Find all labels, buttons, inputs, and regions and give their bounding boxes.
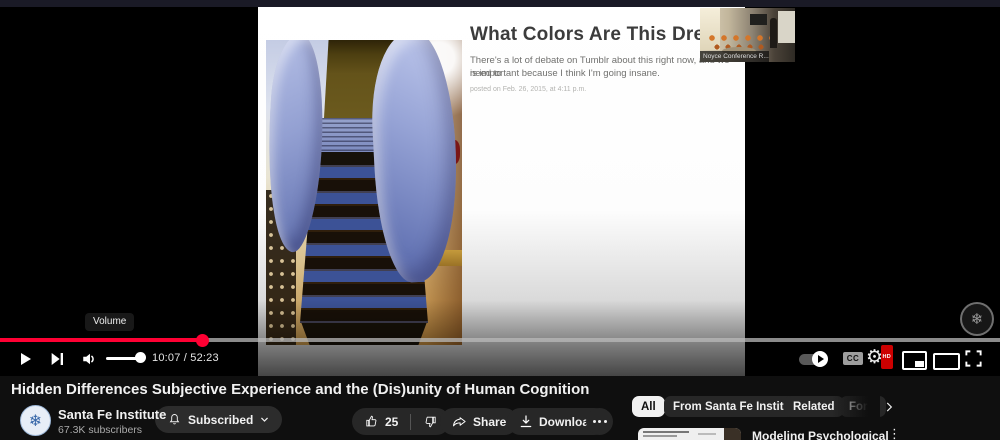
progress-scrubber[interactable] <box>196 334 209 347</box>
slide-body-line2: is important because I think I'm going i… <box>470 68 660 79</box>
more-actions-button[interactable] <box>586 408 613 435</box>
more-dot <box>603 420 607 423</box>
play-icon <box>21 353 31 365</box>
webcam-overlay: Noyce Conference R... <box>700 8 795 62</box>
webcam-room-label: Noyce Conference R... <box>700 51 769 62</box>
share-icon <box>453 417 466 427</box>
subscribed-button[interactable]: Subscribed <box>155 406 283 433</box>
progress-played <box>0 338 202 342</box>
share-label: Share <box>473 414 507 429</box>
thumb-text-line <box>643 431 689 433</box>
related-video-thumbnail[interactable] <box>638 428 741 440</box>
more-dot <box>598 420 601 423</box>
volume-tooltip: Volume <box>85 313 135 331</box>
related-video-title[interactable]: Modeling Psychological <box>752 429 889 440</box>
thumb-text-line <box>698 433 716 435</box>
thumb-text-line <box>643 435 677 437</box>
subscriber-count: 67.3K subscribers <box>58 424 143 436</box>
video-player[interactable]: What Colors Are This Dress? There's a lo… <box>0 0 1000 376</box>
miniplayer-icon <box>915 361 924 367</box>
chevron-right-icon <box>886 402 893 412</box>
fullscreen-icon <box>965 350 982 367</box>
chips-fade-overlay <box>832 392 880 422</box>
progress-bar[interactable] <box>0 334 1000 347</box>
sfi-logo-icon: ❄ <box>28 412 43 430</box>
chip-all[interactable]: All <box>632 396 665 417</box>
channel-avatar[interactable]: ❄ <box>20 405 51 436</box>
related-video-menu-button[interactable]: ⋮ <box>888 426 901 440</box>
like-button[interactable]: 25 <box>352 408 410 435</box>
time-display: 10:07 / 52:23 <box>152 352 219 364</box>
miniplayer-button[interactable] <box>902 351 927 370</box>
speaker-silhouette <box>770 18 777 48</box>
hd-badge: HD <box>880 345 894 369</box>
autoplay-toggle[interactable] <box>799 351 828 367</box>
next-button[interactable] <box>48 350 66 368</box>
like-count: 25 <box>385 414 399 429</box>
projection-screen <box>778 11 795 43</box>
autoplay-knob-icon <box>812 351 828 367</box>
sfi-watermark-icon: ❄ <box>960 302 994 336</box>
thumbs-down-icon <box>425 416 436 428</box>
volume-slider-handle[interactable] <box>135 352 146 363</box>
room-tv <box>750 14 767 25</box>
video-top-strip <box>0 0 1000 7</box>
youtube-watch-page: What Colors Are This Dress? There's a lo… <box>0 0 1000 440</box>
download-icon <box>520 415 532 428</box>
thumbs-up-icon <box>366 415 377 427</box>
subscribed-label: Subscribed <box>188 412 254 427</box>
next-icon <box>51 353 63 365</box>
bell-icon <box>169 414 180 425</box>
chips-scroll-right-button[interactable] <box>880 398 898 416</box>
thumb-speaker-inset <box>724 428 741 440</box>
volume-icon <box>83 353 94 365</box>
slide-posted-date: posted on Feb. 26, 2015, at 4:11 p.m. <box>470 86 587 93</box>
volume-slider[interactable] <box>106 357 138 360</box>
video-title: Hidden Differences Subjective Experience… <box>11 381 590 398</box>
more-dot <box>592 420 596 423</box>
captions-button[interactable]: CC <box>843 352 863 365</box>
snowflake-glyph: ❄ <box>970 311 984 328</box>
mute-button[interactable] <box>80 350 100 368</box>
fullscreen-button[interactable] <box>964 349 983 368</box>
settings-button[interactable]: ⚙ HD <box>866 345 894 369</box>
like-dislike-bar: 25 <box>352 408 451 435</box>
channel-name[interactable]: Santa Fe Institute <box>58 407 166 422</box>
chevron-down-icon <box>261 417 269 422</box>
play-button[interactable] <box>16 350 34 368</box>
theater-mode-button[interactable] <box>933 353 960 370</box>
